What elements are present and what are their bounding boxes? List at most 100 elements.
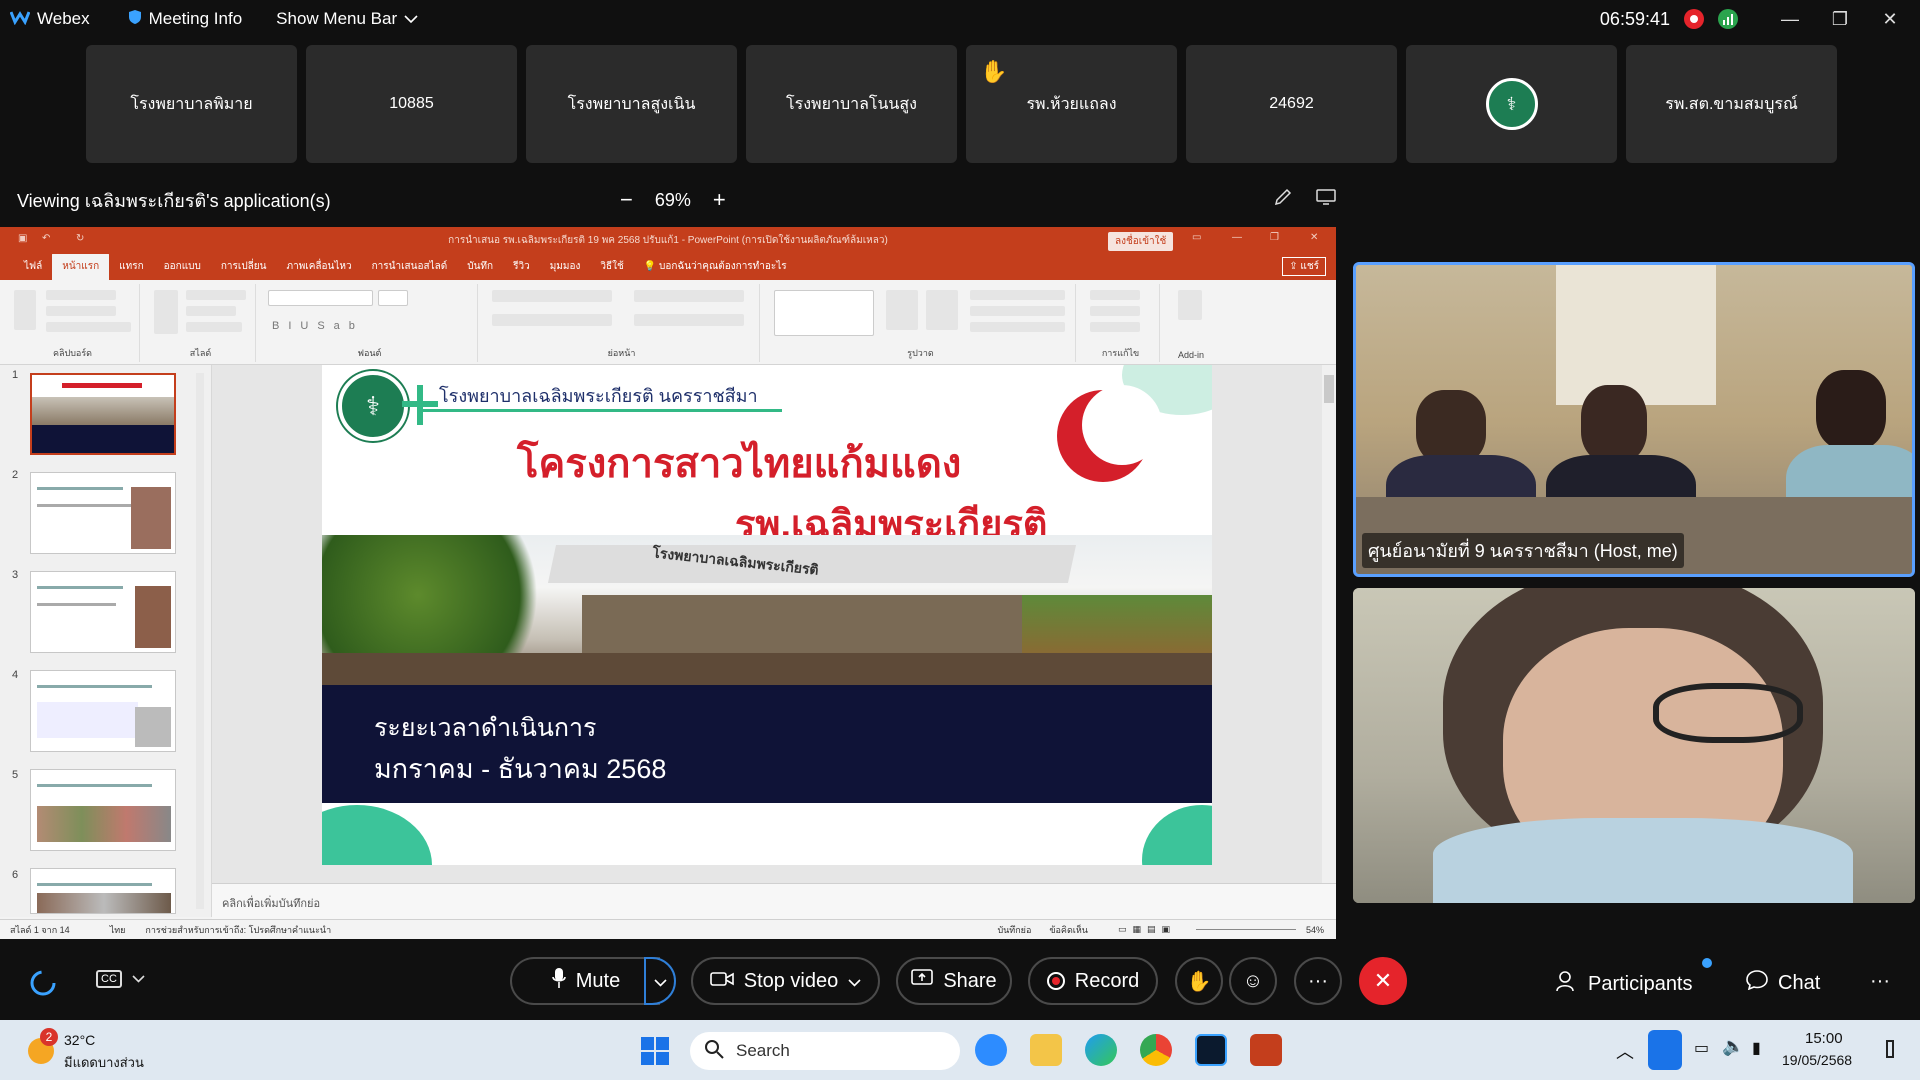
ppt-close-icon[interactable]: ✕ <box>1310 232 1318 243</box>
host-video-tile[interactable]: ศูนย์อนามัยที่ 9 นครราชสีมา (Host, me) <box>1353 262 1915 577</box>
participant-tile[interactable]: 10885 <box>306 45 517 163</box>
meeting-info-button[interactable]: Meeting Info <box>128 9 242 30</box>
tell-me-search[interactable]: 💡 บอกฉันว่าคุณต้องการทำอะไร <box>634 259 797 280</box>
shapes-gallery[interactable] <box>774 290 874 336</box>
share-button[interactable]: Share <box>896 957 1012 1005</box>
notes-toggle[interactable]: บันทึกย่อ <box>997 923 1031 937</box>
font-size-box[interactable] <box>378 290 408 306</box>
record-button[interactable]: Record <box>1028 957 1158 1005</box>
microphone-in-use-icon[interactable] <box>1648 1030 1682 1070</box>
slide-editor[interactable]: ⚕ โรงพยาบาลเฉลิมพระเกียรติ นครราชสีมา โค… <box>212 365 1322 883</box>
paste-button[interactable] <box>14 290 36 330</box>
notes-pane[interactable]: คลิกเพื่อเพิ่มบันทึกย่อ <box>212 883 1336 919</box>
remote-control-icon[interactable] <box>1316 188 1336 211</box>
participant-tile[interactable]: 24692 <box>1186 45 1397 163</box>
chat-button[interactable]: Chat <box>1746 970 1820 996</box>
share-doc-button[interactable]: ⇪ แชร์ <box>1282 257 1326 276</box>
audio-options-button[interactable] <box>644 957 676 1005</box>
select-button[interactable] <box>1090 322 1140 332</box>
closed-captions-button[interactable]: CC <box>96 970 145 988</box>
addin-button[interactable] <box>1178 290 1202 320</box>
align-text-button[interactable] <box>634 314 744 326</box>
network-stats-icon[interactable] <box>1718 9 1738 29</box>
tab-review[interactable]: รีวิว <box>503 259 540 280</box>
layout-button[interactable] <box>186 290 246 300</box>
volume-icon[interactable]: 🔈 <box>1722 1036 1744 1057</box>
participant-tile[interactable]: โรงพยาบาลสูงเนิน <box>526 45 737 163</box>
editor-scrollbar[interactable] <box>1322 365 1336 883</box>
webex-assistant-icon[interactable] <box>28 968 58 1003</box>
battery-icon[interactable]: ▮ <box>1752 1038 1761 1058</box>
participant-tile[interactable]: ✋ รพ.ห้วยแถลง <box>966 45 1177 163</box>
participant-video-tile[interactable] <box>1353 588 1915 903</box>
tab-home[interactable]: หน้าแรก <box>52 253 110 280</box>
reactions-button[interactable]: ☺ <box>1229 957 1277 1005</box>
participant-tile[interactable]: ⚕ <box>1406 45 1617 163</box>
tab-view[interactable]: มุมมอง <box>540 259 591 280</box>
ppt-zoom-level[interactable]: 54% <box>1306 925 1324 935</box>
section-button[interactable] <box>186 322 242 332</box>
accessibility-status[interactable]: การช่วยสำหรับการเข้าถึง: โปรดศึกษาคำแนะน… <box>145 923 331 937</box>
annotate-icon[interactable] <box>1274 188 1292 211</box>
tab-animations[interactable]: ภาพเคลื่อนไหว <box>277 259 362 280</box>
chrome-browser-icon[interactable] <box>1140 1034 1172 1066</box>
new-slide-button[interactable] <box>154 290 178 334</box>
replace-button[interactable] <box>1090 306 1140 316</box>
zoom-in-button[interactable]: + <box>713 187 726 213</box>
ribbon-display-icon[interactable]: ▭ <box>1192 232 1201 243</box>
zoom-slider[interactable] <box>1195 929 1296 930</box>
language[interactable]: ไทย <box>110 923 126 937</box>
chevron-up-icon[interactable]: ︿ <box>1616 1038 1634 1064</box>
align-buttons[interactable] <box>492 314 612 326</box>
weather-widget[interactable]: 2 <box>24 1028 64 1070</box>
participant-tile[interactable]: รพ.สต.ขามสมบูรณ์ <box>1626 45 1837 163</box>
quick-styles-button[interactable] <box>926 290 958 330</box>
comments-toggle[interactable]: ข้อคิดเห็น <box>1049 923 1088 937</box>
signin-button[interactable]: ลงชื่อเข้าใช้ <box>1108 232 1174 251</box>
participant-tile[interactable]: โรงพยาบาลโนนสูง <box>746 45 957 163</box>
raise-hand-button[interactable]: ✋ <box>1175 957 1223 1005</box>
thumbnail-scrollbar[interactable] <box>196 373 204 909</box>
close-window-icon[interactable]: ✕ <box>1872 4 1908 34</box>
ppt-restore-icon[interactable]: ❐ <box>1270 232 1279 243</box>
notifications-icon[interactable] <box>1886 1040 1894 1058</box>
more-options-button[interactable]: ··· <box>1294 957 1342 1005</box>
slide-thumbnail[interactable] <box>30 571 176 653</box>
ppt-minimize-icon[interactable]: — <box>1232 232 1242 243</box>
participant-tile[interactable]: โรงพยาบาลพิมาย <box>86 45 297 163</box>
view-buttons[interactable]: ▭▦▤▣ <box>1118 924 1176 935</box>
stop-video-button[interactable]: Stop video <box>691 957 880 1005</box>
current-slide[interactable]: ⚕ โรงพยาบาลเฉลิมพระเกียรติ นครราชสีมา โค… <box>322 365 1212 865</box>
windows-start-icon[interactable] <box>640 1036 670 1071</box>
list-buttons[interactable] <box>492 290 612 302</box>
slide-thumbnail[interactable] <box>30 472 176 554</box>
shared-powerpoint-window[interactable]: ▣ ↶ ↻ การนำเสนอ รพ.เฉลิมพระเกียรติ 19 พค… <box>0 227 1336 939</box>
powerpoint-taskbar-icon[interactable] <box>1250 1034 1282 1066</box>
restore-window-icon[interactable]: ❐ <box>1822 4 1858 34</box>
format-painter-button[interactable] <box>46 322 131 332</box>
webex-taskbar-icon[interactable] <box>1195 1034 1227 1066</box>
edge-browser-icon[interactable] <box>1085 1034 1117 1066</box>
network-icon[interactable]: ▭ <box>1694 1038 1709 1058</box>
tab-slideshow[interactable]: การนำเสนอสไลด์ <box>362 259 458 280</box>
arrange-button[interactable] <box>886 290 918 330</box>
shape-outline-button[interactable] <box>970 306 1065 316</box>
tab-design[interactable]: ออกแบบ <box>154 259 211 280</box>
font-name-box[interactable] <box>268 290 373 306</box>
reset-button[interactable] <box>186 306 236 316</box>
mute-button[interactable]: Mute <box>510 957 660 1005</box>
file-explorer-icon[interactable] <box>1030 1034 1062 1066</box>
font-style-buttons[interactable]: BIUSab <box>272 320 364 332</box>
show-menu-bar-button[interactable]: Show Menu Bar <box>276 9 418 29</box>
shape-fill-button[interactable] <box>970 290 1065 300</box>
zoom-out-button[interactable]: − <box>620 187 633 213</box>
participants-button[interactable]: Participants <box>1556 958 1712 998</box>
tab-file[interactable]: ไฟล์ <box>14 259 52 280</box>
taskbar-search-box[interactable]: Search <box>690 1032 960 1070</box>
zoom-app-icon[interactable] <box>975 1034 1007 1066</box>
slide-thumbnail[interactable] <box>30 373 176 455</box>
text-direction-button[interactable] <box>634 290 744 302</box>
tab-transitions[interactable]: การเปลี่ยน <box>211 259 277 280</box>
slide-thumbnail[interactable] <box>30 769 176 851</box>
shape-effects-button[interactable] <box>970 322 1065 332</box>
